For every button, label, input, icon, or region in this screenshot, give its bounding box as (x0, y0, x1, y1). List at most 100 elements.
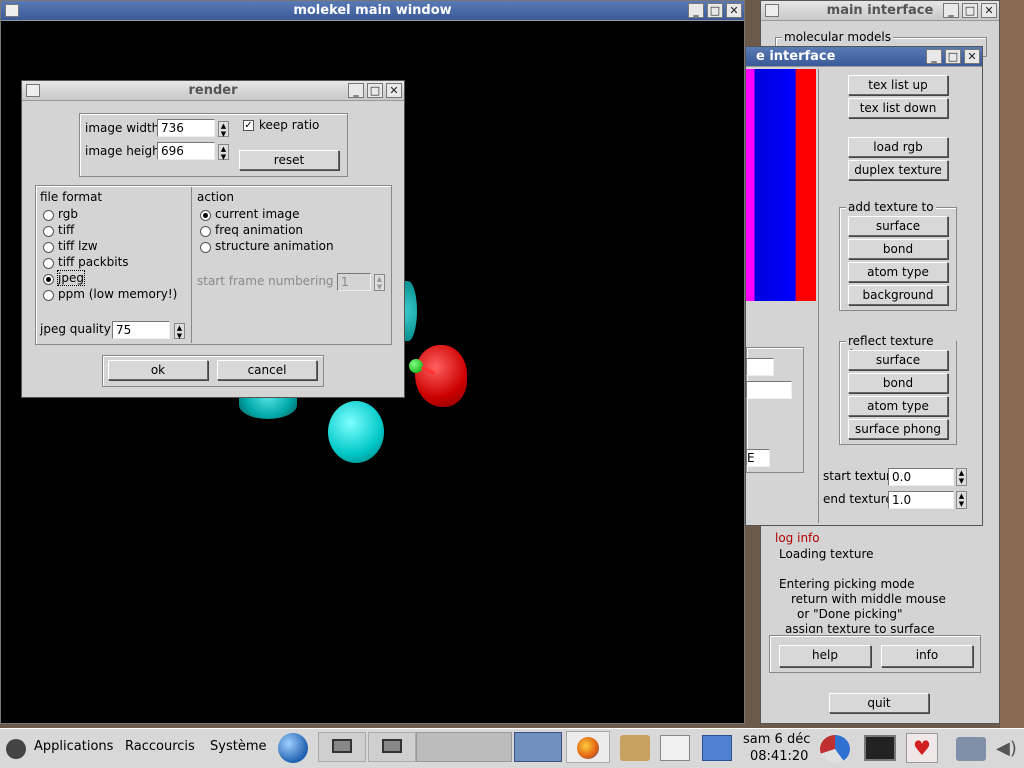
launcher-icon[interactable] (660, 735, 690, 761)
format-radio-tiff[interactable] (43, 226, 54, 237)
tex-list-up-button[interactable]: tex list up (848, 75, 948, 95)
image-height-spinner[interactable]: ▲ ▼ (218, 144, 229, 161)
image-height-input[interactable]: 696 (157, 142, 215, 160)
taskbar: Applications Raccourcis Système sam 6 dé… (0, 728, 1024, 768)
window-menu-icon[interactable] (765, 4, 779, 17)
window-list-icon (332, 739, 352, 753)
jpeg-quality-label: jpeg quality (40, 322, 111, 336)
format-radio-tiff-packbits[interactable] (43, 258, 54, 269)
reflect-texture-atom-type-button[interactable]: atom type (848, 396, 948, 416)
maximize-icon[interactable]: □ (367, 83, 383, 98)
info-button[interactable]: info (881, 645, 973, 667)
texture-interface-window: e interface _ □ ✕ E tex list up tex list… (745, 46, 983, 526)
texture-preview (746, 69, 816, 301)
network-status-icon[interactable] (956, 737, 986, 761)
action-label: action (197, 190, 234, 204)
main-interface-titlebar[interactable]: main interface _ □ ✕ (761, 1, 999, 21)
clock-date[interactable]: sam 6 déc (743, 732, 810, 747)
action-radio-freq-animation[interactable] (200, 226, 211, 237)
texture-mode-dropdown[interactable]: E (746, 449, 770, 467)
reset-button[interactable]: reset (239, 150, 339, 170)
reflect-texture-surface-button[interactable]: surface (848, 350, 948, 370)
terminal-icon[interactable] (864, 735, 896, 761)
minimize-icon[interactable]: _ (926, 49, 942, 64)
log-info-panel: log info Loading texture Entering pickin… (767, 529, 995, 633)
action-radio-current-image[interactable] (200, 210, 211, 221)
add-texture-to-label: add texture to (846, 200, 936, 214)
maximize-icon[interactable]: □ (962, 3, 978, 18)
duplex-texture-button[interactable]: duplex texture (848, 160, 948, 180)
help-button[interactable]: help (779, 645, 871, 667)
texture-dropdown[interactable] (746, 358, 774, 376)
gnome-foot-icon[interactable] (6, 739, 26, 759)
texture-interface-titlebar[interactable]: e interface _ □ ✕ (746, 47, 982, 67)
maximize-icon[interactable]: □ (707, 3, 723, 18)
molekel-titlebar[interactable]: molekel main window _ □ ✕ (1, 1, 744, 21)
format-radio-rgb[interactable] (43, 210, 54, 221)
desktop-background (1000, 0, 1024, 730)
image-width-spinner[interactable]: ▲ ▼ (218, 121, 229, 138)
atom-green (409, 359, 423, 373)
minimize-icon[interactable]: _ (348, 83, 364, 98)
add-texture-background-button[interactable]: background (848, 285, 948, 305)
clock-time[interactable]: 08:41:20 (750, 749, 808, 764)
start-texture-spinner[interactable]: ▲ ▼ (956, 468, 967, 486)
cancel-button[interactable]: cancel (217, 360, 317, 380)
start-frame-input[interactable]: 1 (337, 273, 371, 291)
add-texture-surface-button[interactable]: surface (848, 216, 948, 236)
reflect-texture-bond-button[interactable]: bond (848, 373, 948, 393)
start-frame-label: start frame numbering at (197, 274, 350, 288)
close-icon[interactable]: ✕ (386, 83, 402, 98)
network-globe-icon[interactable] (278, 733, 308, 763)
maximize-icon[interactable]: □ (945, 49, 961, 64)
end-texture-input[interactable]: 1.0 (888, 491, 954, 509)
keep-ratio-checkbox[interactable]: ✓ (243, 120, 254, 131)
format-radio-tiff-lzw[interactable] (43, 242, 54, 253)
log-info-label: log info (775, 531, 820, 545)
menu-systeme[interactable]: Système (210, 739, 266, 754)
heart-icon[interactable]: ♥ (906, 733, 938, 763)
reflect-texture-surface-phong-button[interactable]: surface phong (848, 419, 948, 439)
format-radio-jpeg[interactable] (43, 274, 54, 285)
start-frame-spinner[interactable]: ▲ ▼ (374, 274, 385, 291)
action-radio-structure-animation[interactable] (200, 242, 211, 253)
launcher-icon[interactable] (702, 735, 732, 761)
end-texture-spinner[interactable]: ▲ ▼ (956, 491, 967, 509)
add-texture-bond-button[interactable]: bond (848, 239, 948, 259)
image-width-input[interactable]: 736 (157, 119, 215, 137)
workspace-switcher[interactable] (416, 732, 512, 762)
window-menu-icon[interactable] (5, 4, 19, 17)
quit-button[interactable]: quit (829, 693, 929, 713)
log-line: or "Done picking" (797, 607, 903, 621)
close-icon[interactable]: ✕ (964, 49, 980, 64)
chart-icon[interactable] (820, 735, 850, 763)
menu-raccourcis[interactable]: Raccourcis (125, 739, 195, 754)
menu-applications[interactable]: Applications (34, 739, 113, 754)
firefox-icon[interactable] (566, 731, 610, 763)
window-title: molekel main window (293, 3, 452, 18)
close-icon[interactable]: ✕ (981, 3, 997, 18)
minimize-icon[interactable]: _ (943, 3, 959, 18)
format-radio-ppm[interactable] (43, 290, 54, 301)
window-title: main interface (826, 3, 934, 18)
load-rgb-button[interactable]: load rgb (848, 137, 948, 157)
workspace-active[interactable] (514, 732, 562, 762)
add-texture-atom-type-button[interactable]: atom type (848, 262, 948, 282)
render-titlebar[interactable]: render _ □ ✕ (22, 81, 404, 101)
jpeg-quality-input[interactable]: 75 (112, 321, 170, 339)
end-texture-label: end texture (823, 492, 893, 506)
jpeg-quality-spinner[interactable]: ▲ ▼ (174, 323, 185, 340)
ok-button[interactable]: ok (108, 360, 208, 380)
start-texture-input[interactable]: 0.0 (888, 468, 954, 486)
volume-icon[interactable]: ◀) (996, 737, 1022, 761)
minimize-icon[interactable]: _ (688, 3, 704, 18)
log-line: assign texture to surface (785, 622, 935, 633)
texture-dropdown[interactable] (746, 381, 792, 399)
launcher-icon[interactable] (620, 735, 650, 761)
close-icon[interactable]: ✕ (726, 3, 742, 18)
log-line: Entering picking mode (779, 577, 915, 591)
image-height-label: image height (85, 144, 165, 158)
window-menu-icon[interactable] (26, 84, 40, 97)
start-texture-label: start texture (823, 469, 899, 483)
tex-list-down-button[interactable]: tex list down (848, 98, 948, 118)
